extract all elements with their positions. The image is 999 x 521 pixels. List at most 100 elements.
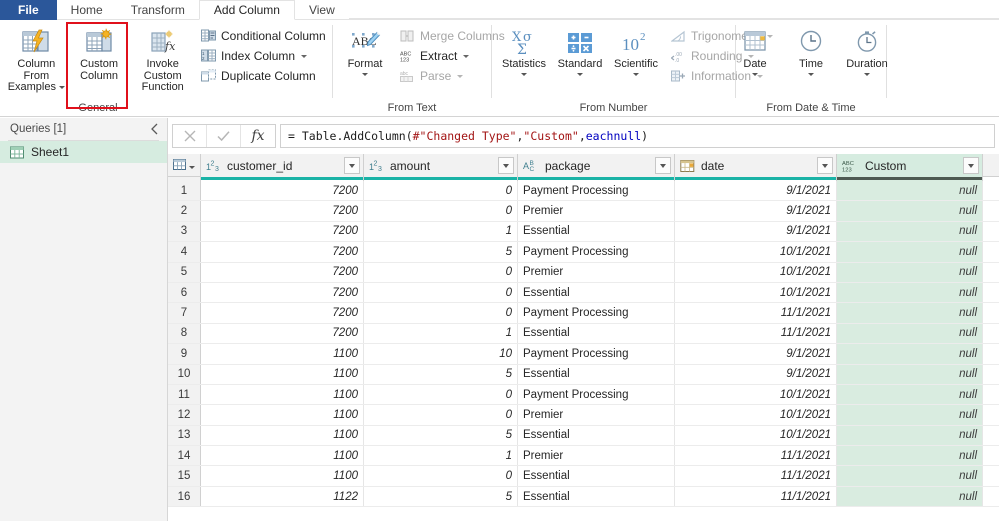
cell-date[interactable]: 9/1/2021 (675, 181, 837, 201)
table-row[interactable]: 13 1100 5 Essential 10/1/2021 null (168, 425, 999, 447)
date-button[interactable]: Date (727, 25, 783, 76)
fx-icon[interactable]: fx (241, 125, 275, 147)
cell-customer_id[interactable]: 7200 (201, 323, 364, 344)
cell-custom[interactable]: null (837, 466, 983, 486)
cell-package[interactable]: Essential (518, 486, 675, 507)
cell-date[interactable]: 11/1/2021 (675, 486, 837, 507)
cell-amount[interactable]: 0 (364, 262, 518, 282)
cell-custom[interactable]: null (837, 405, 983, 425)
cell-custom[interactable]: null (837, 425, 983, 446)
parse-caret-down-icon[interactable] (457, 74, 464, 78)
table-row[interactable]: 12 1100 0 Premier 10/1/2021 null (168, 405, 999, 426)
cell-amount[interactable]: 0 (364, 384, 518, 405)
cell-package[interactable]: Premier (518, 262, 675, 282)
column-filter-amount[interactable] (498, 157, 514, 174)
table-row[interactable]: 5 7200 0 Premier 10/1/2021 null (168, 262, 999, 283)
cell-date[interactable]: 9/1/2021 (675, 344, 837, 364)
cell-custom[interactable]: null (837, 344, 983, 364)
cell-package[interactable]: Payment Processing (518, 384, 675, 405)
cell-date[interactable]: 9/1/2021 (675, 221, 837, 242)
cell-customer_id[interactable]: 7200 (201, 181, 364, 201)
format-caret-down-icon[interactable] (362, 72, 368, 76)
column-from-examples-button[interactable]: Column From Examples (4, 25, 69, 94)
cell-package[interactable]: Payment Processing (518, 242, 675, 262)
column-header-custom[interactable]: ABC 123 Custom (837, 154, 983, 177)
row-number[interactable]: 6 (168, 282, 201, 303)
statistics-button[interactable]: X σ Σ Statistics (496, 25, 552, 76)
cell-customer_id[interactable]: 7200 (201, 242, 364, 262)
tab-view[interactable]: View (295, 0, 349, 20)
table-row[interactable]: 14 1100 1 Premier 11/1/2021 null (168, 446, 999, 467)
cell-amount[interactable]: 1 (364, 323, 518, 344)
cell-customer_id[interactable]: 1100 (201, 466, 364, 486)
cell-date[interactable]: 10/1/2021 (675, 242, 837, 262)
invoke-custom-function-button[interactable]: fx Invoke Custom Function (129, 25, 196, 94)
cell-date[interactable]: 11/1/2021 (675, 303, 837, 323)
tab-file[interactable]: File (0, 0, 57, 20)
cell-customer_id[interactable]: 1122 (201, 486, 364, 507)
table-row[interactable]: 3 7200 1 Essential 9/1/2021 null (168, 221, 999, 243)
cell-custom[interactable]: null (837, 282, 983, 303)
column-header-package[interactable]: ABC package (518, 154, 675, 177)
cell-package[interactable]: Essential (518, 425, 675, 446)
cell-customer_id[interactable]: 1100 (201, 384, 364, 405)
cell-date[interactable]: 9/1/2021 (675, 201, 837, 221)
row-number[interactable]: 14 (168, 446, 201, 466)
row-number[interactable]: 9 (168, 344, 201, 364)
cell-custom[interactable]: null (837, 262, 983, 282)
row-number[interactable]: 12 (168, 405, 201, 425)
table-row[interactable]: 4 7200 5 Payment Processing 10/1/2021 null (168, 242, 999, 263)
time-caret-down-icon[interactable] (808, 72, 814, 76)
cell-custom[interactable]: null (837, 242, 983, 262)
cell-package[interactable]: Payment Processing (518, 344, 675, 364)
formula-input[interactable]: = Table.AddColumn(#"Changed Type", "Cust… (280, 124, 995, 148)
cell-package[interactable]: Payment Processing (518, 303, 675, 323)
cell-package[interactable]: Essential (518, 466, 675, 486)
scientific-caret-down-icon[interactable] (633, 72, 639, 76)
cell-amount[interactable]: 0 (364, 303, 518, 323)
index-column-caret-down-icon[interactable] (301, 54, 308, 58)
row-number[interactable]: 8 (168, 323, 201, 344)
sidebar-item-sheet1[interactable]: Sheet1 (0, 141, 167, 163)
row-number[interactable]: 10 (168, 364, 201, 384)
cell-customer_id[interactable]: 7200 (201, 201, 364, 221)
table-row[interactable]: 8 7200 1 Essential 11/1/2021 null (168, 323, 999, 345)
cell-customer_id[interactable]: 1100 (201, 405, 364, 425)
format-button[interactable]: ABC Format (337, 25, 393, 76)
select-all-table-icon[interactable] (168, 154, 201, 176)
close-icon[interactable] (173, 125, 207, 147)
cell-custom[interactable]: null (837, 384, 983, 405)
cell-custom[interactable]: null (837, 486, 983, 507)
cell-amount[interactable]: 0 (364, 201, 518, 221)
cell-amount[interactable]: 10 (364, 344, 518, 364)
cell-amount[interactable]: 0 (364, 181, 518, 201)
column-filter-custom[interactable] (963, 157, 979, 174)
row-number[interactable]: 5 (168, 262, 201, 282)
cell-custom[interactable]: null (837, 201, 983, 221)
cell-package[interactable]: Essential (518, 323, 675, 344)
column-header-customer_id[interactable]: 123 customer_id (201, 154, 364, 177)
tab-add-column[interactable]: Add Column (198, 0, 295, 20)
duration-button[interactable]: Duration (839, 25, 895, 76)
cell-customer_id[interactable]: 7200 (201, 303, 364, 323)
chevron-left-icon[interactable] (148, 123, 161, 135)
cell-amount[interactable]: 1 (364, 446, 518, 466)
row-number[interactable]: 7 (168, 303, 201, 323)
time-button[interactable]: Time (783, 25, 839, 76)
tab-transform[interactable]: Transform (117, 0, 199, 20)
row-number[interactable]: 13 (168, 425, 201, 446)
cell-amount[interactable]: 0 (364, 282, 518, 303)
cell-date[interactable]: 10/1/2021 (675, 282, 837, 303)
cell-customer_id[interactable]: 7200 (201, 282, 364, 303)
cell-package[interactable]: Premier (518, 405, 675, 425)
statistics-caret-down-icon[interactable] (521, 72, 527, 76)
cell-package[interactable]: Premier (518, 446, 675, 466)
column-filter-customer_id[interactable] (344, 157, 360, 174)
cell-custom[interactable]: null (837, 303, 983, 323)
cell-date[interactable]: 10/1/2021 (675, 262, 837, 282)
row-number[interactable]: 1 (168, 181, 201, 201)
row-number[interactable]: 2 (168, 201, 201, 221)
column-from-examples-caret-down-icon[interactable] (58, 86, 65, 90)
row-number[interactable]: 3 (168, 221, 201, 242)
table-row[interactable]: 16 1122 5 Essential 11/1/2021 null (168, 486, 999, 508)
